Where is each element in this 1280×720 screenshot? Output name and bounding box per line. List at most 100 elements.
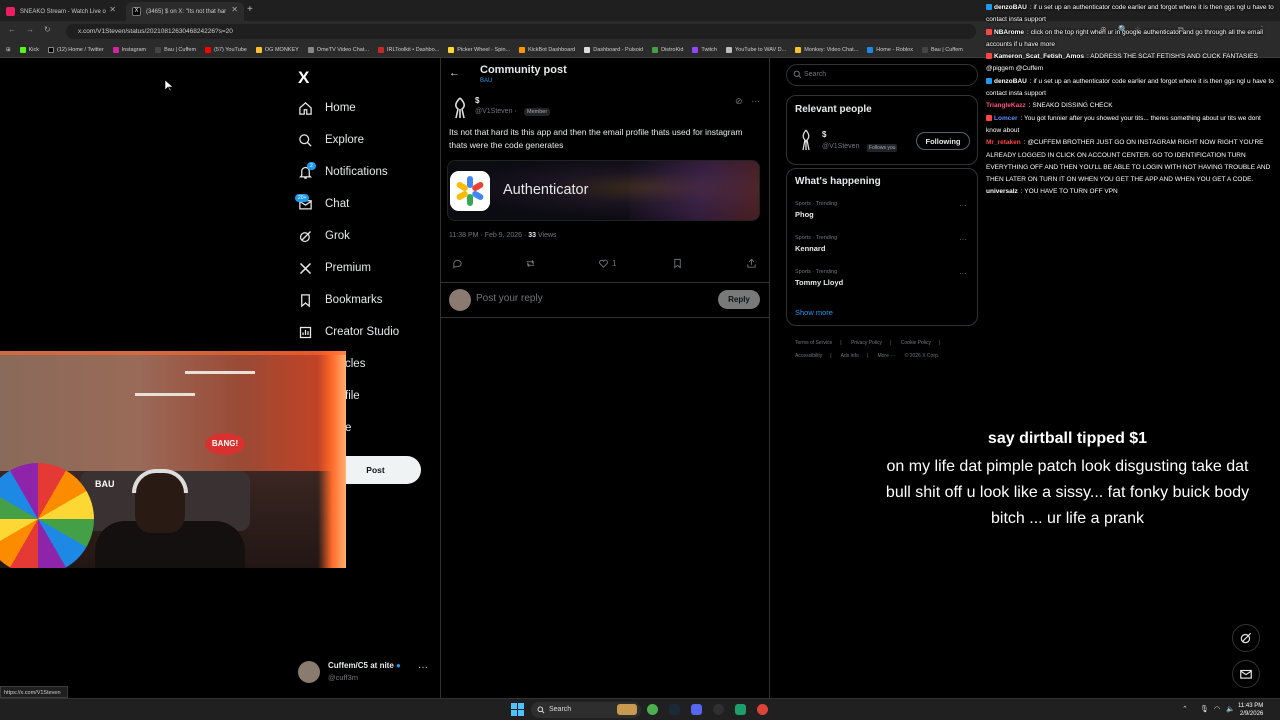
nav-profile[interactable]: file	[345, 385, 360, 407]
chrome-icon[interactable]	[647, 704, 658, 715]
speaker-icon[interactable]: 🔈	[1226, 705, 1235, 713]
bookmark-item[interactable]: Monkey: Video Chat...	[795, 46, 858, 53]
trend-item[interactable]: Sports · Trending Kennard ···	[795, 235, 971, 253]
footer-link[interactable]: Privacy Policy	[851, 340, 882, 346]
reply-input[interactable]: Post your reply	[476, 293, 543, 304]
footer-link[interactable]: More ···	[877, 353, 895, 359]
footer-link[interactable]: Accessibility	[795, 353, 822, 359]
search-icon	[793, 70, 802, 79]
tip-message: on my life dat pimple patch look disgust…	[885, 458, 1250, 527]
bookmark-item[interactable]: Twitch	[692, 46, 717, 53]
messages-fab[interactable]	[1232, 660, 1260, 688]
nav-premium[interactable]: Premium	[298, 257, 371, 279]
bookmark-item[interactable]: (12) Home / Twitter	[48, 46, 104, 53]
chat-user: Mr_retaken	[986, 139, 1021, 147]
search-input[interactable]: Search	[786, 64, 978, 86]
repost-action[interactable]	[525, 258, 536, 269]
nav-articles[interactable]: cles	[345, 353, 365, 375]
windows-taskbar: Search ⌃ 🎙 ◠ 🔈 11:43 PM 2/9/2026	[0, 698, 1280, 720]
author-handle[interactable]: @V1Steven ·	[475, 108, 517, 115]
author-name[interactable]: $	[475, 96, 479, 105]
community-name[interactable]: BAU	[480, 78, 492, 84]
footer-link[interactable]: Ads info	[841, 353, 859, 359]
avatar[interactable]	[799, 128, 813, 152]
chrome-active-icon[interactable]	[757, 704, 768, 715]
nav-grok[interactable]: Grok	[298, 225, 350, 247]
url-input[interactable]: x.com/V1Steven/status/202108126304682422…	[66, 24, 976, 39]
bookmark-item[interactable]: KickBot Dashboard	[519, 46, 575, 53]
trend-item[interactable]: Sports · Trending Tommy Lloyd ···	[795, 269, 971, 287]
bookmark-item[interactable]: DistroKid	[652, 46, 683, 53]
reload-icon[interactable]: ↻	[44, 25, 51, 34]
bookmark-item[interactable]: Home - Roblox	[867, 46, 913, 53]
bookmark-item[interactable]: OG MONKEY	[255, 46, 299, 53]
nav-home[interactable]: Home	[298, 97, 356, 119]
chat-message: Lomcer: You got funnier after you showed…	[986, 114, 1261, 134]
bookmark-item[interactable]: OmeTV Video Chat...	[307, 46, 369, 53]
bookmark-item[interactable]: YouTube to WAV D...	[725, 46, 786, 53]
more-icon[interactable]: ···	[751, 96, 760, 106]
chat-user: NBArome	[994, 28, 1024, 36]
chevron-up-icon[interactable]: ⌃	[1182, 705, 1188, 713]
author-avatar[interactable]	[450, 96, 470, 120]
browser-tab[interactable]: SNEAKO Stream - Watch Live o ✕	[0, 2, 122, 21]
nav-label: Premium	[325, 262, 372, 274]
more-icon[interactable]: ···	[418, 662, 428, 673]
grok-fab[interactable]	[1232, 624, 1260, 652]
nav-creator-studio[interactable]: Creator Studio	[298, 321, 399, 343]
app-icon[interactable]	[735, 704, 746, 715]
following-button[interactable]: Following	[916, 132, 970, 150]
nav-label: file	[345, 390, 360, 402]
nav-explore[interactable]: Explore	[298, 129, 364, 151]
bookmark-item[interactable]: Instagram	[112, 46, 146, 53]
windows-start-icon[interactable]	[511, 703, 524, 716]
close-tab-icon[interactable]: ✕	[231, 5, 238, 14]
chat-message: Mr_retaken: @CUFFEM BROTHER JUST GO ON I…	[986, 139, 1271, 184]
bookmark-item[interactable]: Dashboard - Pulsoid	[584, 46, 643, 53]
post-menu: ⊘ ···	[735, 96, 760, 107]
nav-label: Grok	[325, 230, 350, 242]
close-tab-icon[interactable]: ✕	[109, 5, 116, 14]
bookmark-item[interactable]: Bau | Cuffem	[155, 46, 196, 53]
discord-icon[interactable]	[691, 704, 702, 715]
chat-user: Kameron_Scat_Fetish_Amos	[994, 53, 1084, 61]
bookmark-item[interactable]: Bau | Cuffem	[921, 46, 963, 53]
show-more-link[interactable]: Show more	[795, 308, 833, 317]
more-icon[interactable]: ···	[959, 201, 967, 210]
grok-icon[interactable]: ⊘	[735, 96, 743, 106]
apps-icon[interactable]: ⊞	[6, 47, 11, 53]
nav-notifications[interactable]: 2 Notifications	[298, 161, 388, 183]
obs-icon[interactable]	[713, 704, 724, 715]
back-icon[interactable]: ←	[8, 25, 16, 34]
new-tab-icon[interactable]: +	[247, 4, 253, 15]
footer-link[interactable]: Terms of Service	[795, 340, 832, 346]
bookmark-item[interactable]: (57) YouTube	[205, 46, 247, 53]
nav-bookmarks[interactable]: Bookmarks	[298, 289, 383, 311]
forward-icon[interactable]: →	[26, 25, 34, 34]
person-name[interactable]: $	[822, 130, 826, 139]
bookmark-item[interactable]: IRLToolkit • Dashbo...	[377, 46, 439, 53]
bookmark-action[interactable]	[672, 258, 683, 269]
like-action[interactable]: 1	[598, 258, 616, 269]
clock[interactable]: 11:43 PM 2/9/2026	[1238, 702, 1263, 718]
link-card[interactable]: Authenticator	[447, 160, 760, 221]
browser-tab-active[interactable]: X (3465) $ on X: "Its not that har ✕	[126, 2, 244, 21]
more-icon[interactable]: ···	[959, 235, 967, 244]
share-action[interactable]	[746, 258, 757, 269]
footer-link[interactable]: Cookie Policy	[901, 340, 931, 346]
reply-action[interactable]	[452, 258, 463, 269]
nav-chat[interactable]: 20+ Chat	[295, 193, 349, 215]
x-logo-icon[interactable]: X	[298, 68, 309, 88]
webcam-shelf	[185, 371, 255, 374]
wifi-icon[interactable]: ◠	[1214, 705, 1220, 713]
steam-icon[interactable]	[669, 704, 680, 715]
bookmark-item[interactable]: Kick	[19, 46, 39, 53]
trend-item[interactable]: Sports · Trending Phog ···	[795, 201, 971, 219]
bookmark-item[interactable]: Picker Wheel - Spin...	[448, 46, 510, 53]
mic-icon[interactable]: 🎙	[1200, 705, 1209, 713]
back-arrow-icon[interactable]: ←	[449, 67, 460, 79]
page-title: Community post	[480, 64, 567, 76]
reply-button[interactable]: Reply	[718, 290, 760, 309]
more-icon[interactable]: ···	[959, 269, 967, 278]
account-switcher[interactable]: Cuffem/C5 at nite ● @cuff3m ···	[298, 659, 432, 687]
